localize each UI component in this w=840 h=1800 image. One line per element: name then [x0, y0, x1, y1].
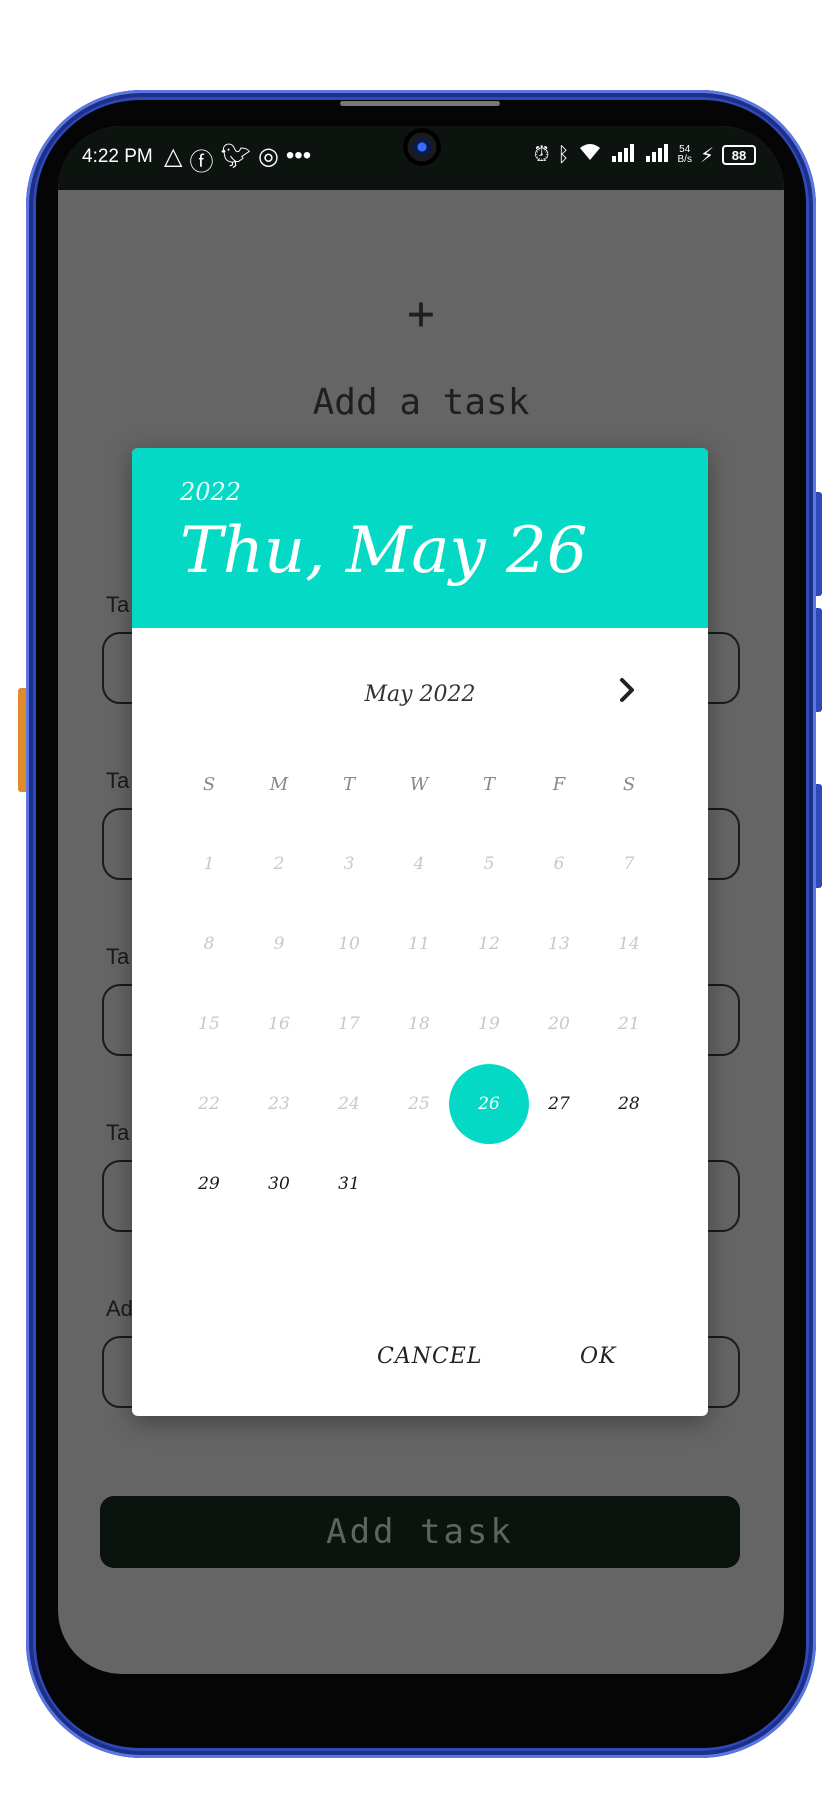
calendar-day: 3: [343, 854, 355, 874]
plus-icon: +: [407, 286, 435, 340]
page-title: Add a task: [312, 382, 530, 423]
charging-icon: ⚡︎: [699, 144, 714, 167]
calendar-day: 10: [338, 934, 360, 954]
weekday-label: S: [622, 774, 636, 795]
weekday-label: T: [482, 774, 495, 795]
more-dots-icon: •••: [285, 142, 312, 169]
calendar-day: 9: [273, 934, 285, 954]
calendar-day: 4: [413, 854, 425, 874]
alarm-icon: ⏰︎: [533, 143, 550, 166]
weekday-label: F: [552, 774, 566, 795]
twitter-icon: 🐦︎: [220, 143, 251, 170]
weekday-label: S: [202, 774, 216, 795]
weekday-header: S M T W T F S: [174, 774, 664, 795]
calendar-day[interactable]: 29: [174, 1144, 244, 1224]
calendar-day: 20: [548, 1014, 570, 1034]
calendar-grid: 1 2 3 4 5 6 7 8 9 10 11 12 13 14 15 16 1…: [174, 824, 664, 1224]
cancel-button[interactable]: CANCEL: [377, 1344, 482, 1369]
weekday-label: T: [342, 774, 355, 795]
date-picker-header: 2022 Thu, May 26: [132, 448, 708, 628]
signal-icon: [644, 142, 670, 168]
calendar-day: 21: [618, 1014, 640, 1034]
net-speed-unit: B/s: [677, 154, 692, 165]
field-label: Ta: [106, 768, 130, 793]
calendar-day: 5: [483, 854, 495, 874]
instagram-icon: ◎: [257, 143, 279, 170]
calendar-day: 16: [268, 1014, 290, 1034]
ok-button[interactable]: OK: [580, 1344, 616, 1369]
status-bar: 4:22 PM △ ⓕ 🐦︎ ◎ ••• ⏰︎ ᛒ 54 B/s ⚡︎ 88: [58, 126, 784, 190]
calendar-day[interactable]: 28: [594, 1064, 664, 1144]
calendar-day: 25: [408, 1094, 430, 1114]
date-picker-dialog: 2022 Thu, May 26 May 2022 S M T W T F S …: [132, 448, 708, 1416]
weekday-label: M: [269, 774, 289, 795]
header-year[interactable]: 2022: [180, 478, 241, 506]
field-label: Ta: [106, 592, 130, 617]
bluetooth-icon: ᛒ: [557, 143, 570, 166]
field-label: Ad: [106, 1296, 133, 1321]
calendar-day: 2: [273, 854, 285, 874]
calendar-day: 22: [198, 1094, 220, 1114]
calendar-day[interactable]: 31: [314, 1144, 384, 1224]
delta-icon: △: [164, 143, 183, 170]
status-time: 4:22 PM: [82, 146, 153, 167]
calendar-day: 24: [338, 1094, 360, 1114]
field-label: Ta: [106, 1120, 130, 1145]
calendar-day: 13: [548, 934, 570, 954]
add-task-button[interactable]: Add task: [100, 1496, 740, 1568]
calendar-day: 1: [203, 854, 215, 874]
calendar-day: 15: [198, 1014, 220, 1034]
calendar-day: 8: [203, 934, 215, 954]
facebook-icon: ⓕ: [189, 149, 214, 176]
calendar-day: 17: [338, 1014, 360, 1034]
calendar-day: 23: [268, 1094, 290, 1114]
calendar-day: 7: [623, 854, 635, 874]
signal-icon: [610, 142, 636, 168]
calendar-day: 19: [478, 1014, 500, 1034]
chevron-right-icon[interactable]: [608, 670, 648, 710]
selected-day-label: 26: [478, 1094, 500, 1114]
calendar-day: 18: [408, 1014, 430, 1034]
calendar-day-selected[interactable]: 26: [449, 1064, 529, 1144]
calendar-day: 11: [408, 934, 430, 954]
wifi-icon: [578, 142, 602, 168]
field-label: Ta: [106, 944, 130, 969]
battery-indicator: 88: [722, 145, 756, 165]
weekday-label: W: [409, 774, 429, 795]
header-date[interactable]: Thu, May 26: [180, 514, 587, 588]
calendar-day[interactable]: 27: [524, 1064, 594, 1144]
calendar-day[interactable]: 30: [244, 1144, 314, 1224]
net-speed: 54 B/s: [678, 145, 692, 165]
calendar-day: 12: [478, 934, 500, 954]
calendar-day: 14: [618, 934, 640, 954]
front-camera: [403, 128, 441, 166]
earpiece-speaker: [340, 101, 500, 106]
calendar-day: 6: [553, 854, 565, 874]
